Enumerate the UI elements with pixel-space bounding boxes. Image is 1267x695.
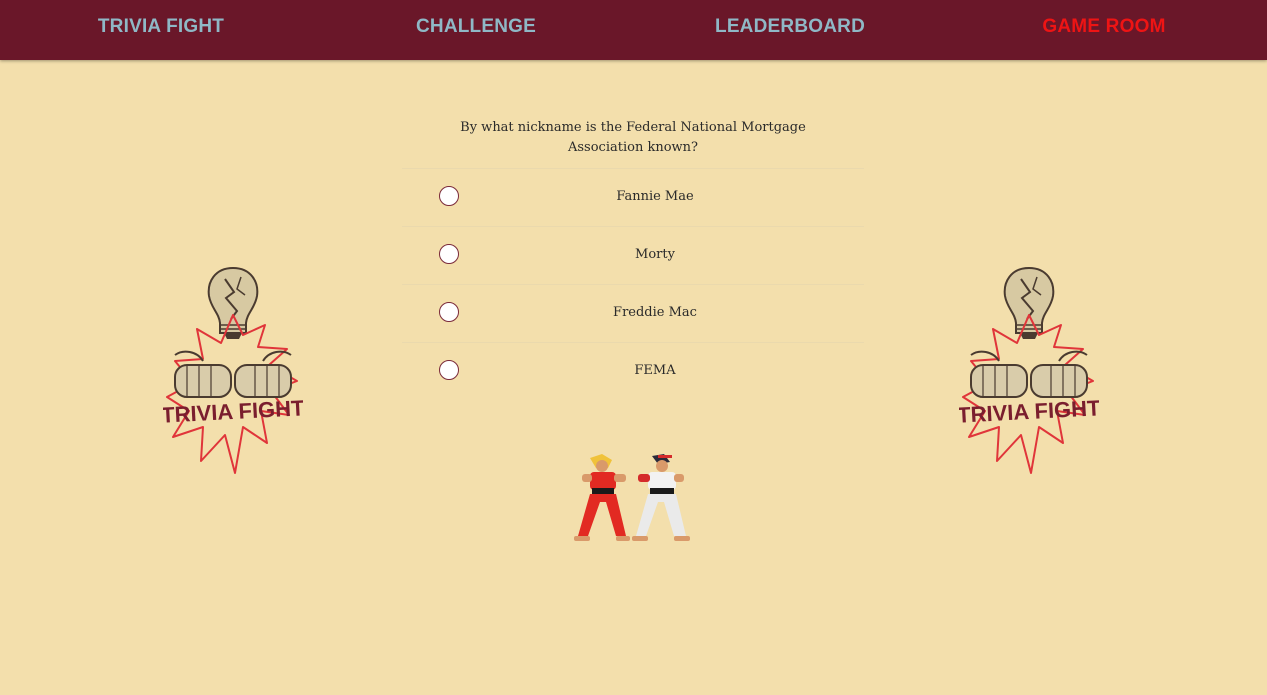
lightbulb-icon [1003, 266, 1055, 339]
nav-link-challenge[interactable]: CHALLENGE [416, 16, 536, 38]
fists-icon [174, 350, 292, 398]
red-fighter-icon [574, 454, 630, 541]
trivia-fight-logo-left: TRIVIA FIGHT [163, 266, 303, 474]
nav-link-leaderboard[interactable]: LEADERBOARD [715, 16, 865, 38]
answer-label: Freddie Mac [613, 305, 697, 320]
answer-option-4[interactable]: FEMA [402, 343, 864, 400]
answer-option-2[interactable]: Morty [402, 227, 864, 285]
nav-link-game-room[interactable]: GAME ROOM [1042, 16, 1165, 38]
logo-text: TRIVIA FIGHT [163, 395, 303, 427]
quiz-panel: By what nickname is the Federal National… [402, 118, 864, 400]
white-fighter-icon [632, 454, 690, 541]
answer-label: FEMA [634, 363, 676, 378]
answer-label: Morty [635, 247, 675, 262]
trivia-fight-logo-right: TRIVIA FIGHT [959, 266, 1099, 474]
fists-icon [970, 350, 1088, 398]
answer-label: Fannie Mae [616, 189, 694, 204]
top-navbar: TRIVIA FIGHT CHALLENGE LEADERBOARD GAME … [0, 0, 1267, 60]
answer-option-1[interactable]: Fannie Mae [402, 169, 864, 227]
answer-option-3[interactable]: Freddie Mac [402, 285, 864, 343]
logo-text: TRIVIA FIGHT [959, 395, 1099, 427]
fighters-sprite [574, 454, 690, 541]
nav-link-trivia-fight[interactable]: TRIVIA FIGHT [98, 16, 224, 38]
question-text: By what nickname is the Federal National… [402, 118, 864, 169]
lightbulb-icon [207, 266, 259, 339]
